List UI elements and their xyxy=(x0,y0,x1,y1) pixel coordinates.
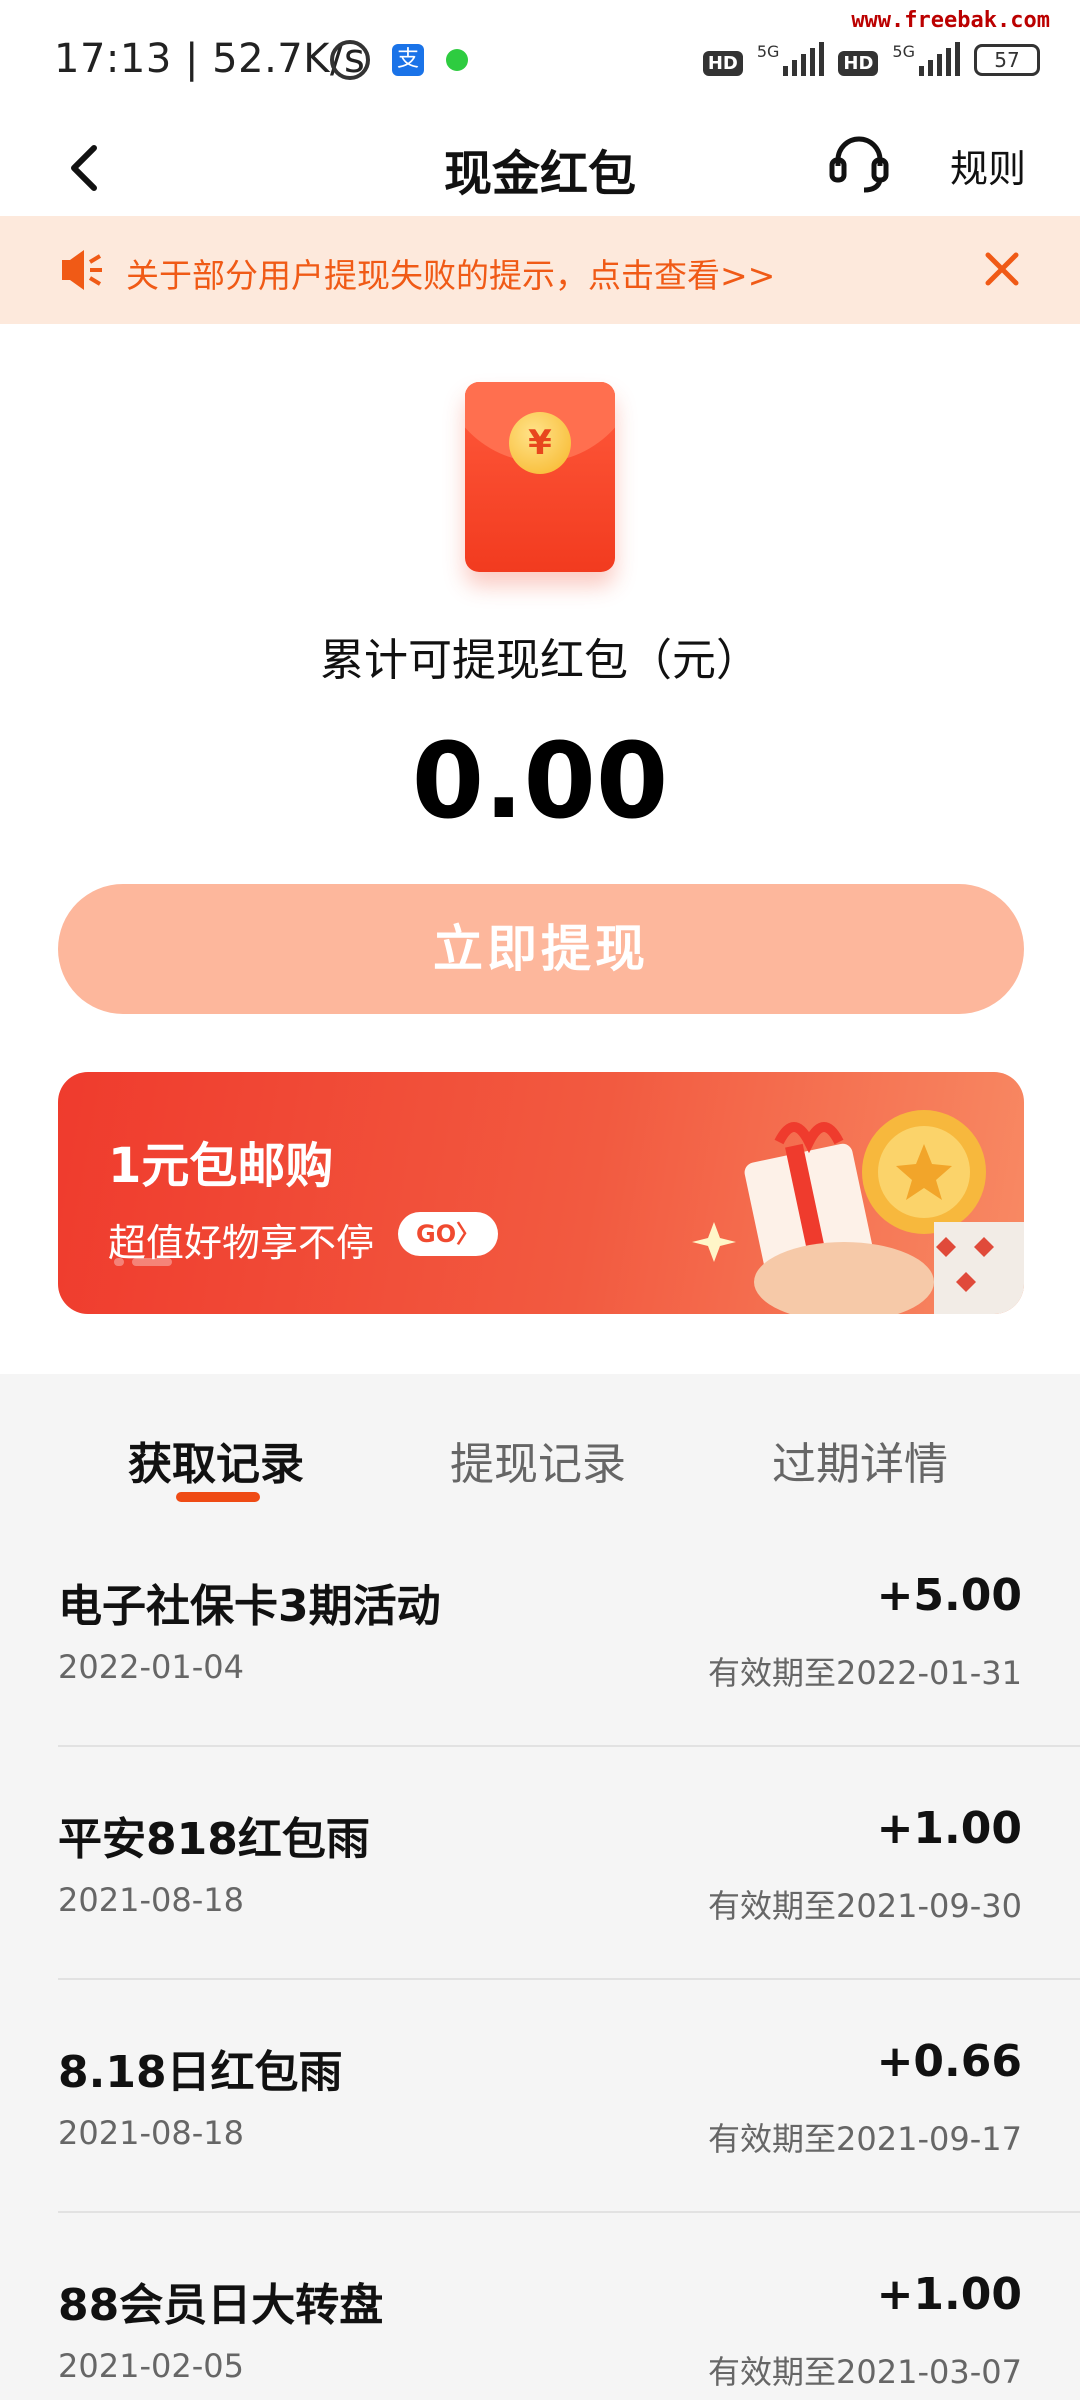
notice-banner[interactable]: 关于部分用户提现失败的提示，点击查看>> xyxy=(0,216,1080,324)
cash-red-packet-page: 17:13 | 52.7K/s 支 www.freebak.com HD 5G … xyxy=(0,0,1080,2400)
record-title: 平安818红包雨 xyxy=(58,1814,370,1865)
records-tabs: 获取记录 提现记录 过期详情 xyxy=(0,1374,1080,1514)
record-row: 8.18日红包雨 2021-08-18 +0.66 有效期至2021-09-17 xyxy=(0,1980,1080,2213)
customer-service-icon[interactable] xyxy=(826,130,892,196)
record-expiry: 有效期至2021-09-17 xyxy=(708,2120,1022,2158)
record-date: 2021-08-18 xyxy=(58,2114,244,2152)
rules-link[interactable]: 规则 xyxy=(950,138,1026,193)
record-title: 8.18日红包雨 xyxy=(58,2047,343,2098)
active-tab-indicator xyxy=(176,1492,260,1502)
record-title: 88会员日大转盘 xyxy=(58,2280,384,2331)
battery-icon: 57 xyxy=(974,44,1040,76)
record-amount: +1.00 xyxy=(876,1803,1022,1854)
page-title: 现金红包 xyxy=(443,146,636,202)
hd-icon: HD xyxy=(838,51,879,76)
status-system-icons: HD 5G HD 5G 57 xyxy=(702,42,1040,76)
promo-banner[interactable]: 1元包邮购 超值好物享不停 GO〉 xyxy=(58,1072,1024,1314)
record-amount: +0.66 xyxy=(876,2036,1022,2087)
signal-icon xyxy=(919,42,960,76)
green-dot-icon xyxy=(446,49,468,71)
record-date: 2021-08-18 xyxy=(58,1881,244,1919)
gift-coin-illustration xyxy=(692,1110,1024,1314)
balance-amount: 0.00 xyxy=(411,720,669,842)
speaker-icon xyxy=(62,250,102,290)
record-row: 电子社保卡3期活动 2022-01-04 +5.00 有效期至2022-01-3… xyxy=(0,1514,1080,1747)
records-section: 获取记录 提现记录 过期详情 电子社保卡3期活动 2022-01-04 +5.0… xyxy=(0,1374,1080,2400)
record-title: 电子社保卡3期活动 xyxy=(58,1581,441,1632)
record-date: 2021-02-05 xyxy=(58,2347,244,2385)
record-expiry: 有效期至2021-09-30 xyxy=(708,1887,1022,1925)
notice-text: 关于部分用户提现失败的提示，点击查看>> xyxy=(126,256,776,295)
go-button[interactable]: GO〉 xyxy=(398,1212,499,1256)
signal-icon xyxy=(783,42,825,76)
watermark: www.freebak.com xyxy=(851,8,1050,33)
record-amount: +1.00 xyxy=(876,2269,1022,2320)
withdraw-button[interactable]: 立即提现 xyxy=(58,884,1024,1014)
network-type-label: 5G xyxy=(892,42,915,61)
red-envelope-icon: ¥ xyxy=(465,382,615,572)
record-row: 88会员日大转盘 2021-02-05 +1.00 有效期至2021-03-07 xyxy=(0,2213,1080,2400)
hd-icon: HD xyxy=(702,51,743,76)
record-amount: +5.00 xyxy=(876,1570,1022,1621)
alarm-icon xyxy=(330,40,370,80)
record-expiry: 有效期至2021-03-07 xyxy=(708,2353,1022,2391)
record-row: 平安818红包雨 2021-08-18 +1.00 有效期至2021-09-30 xyxy=(0,1747,1080,1980)
network-type-label: 5G xyxy=(756,42,780,61)
record-date: 2022-01-04 xyxy=(58,1648,244,1686)
nav-bar: 现金红包 规则 xyxy=(0,120,1080,216)
record-expiry: 有效期至2022-01-31 xyxy=(708,1654,1022,1692)
tab-earned-records[interactable]: 获取记录 xyxy=(128,1428,304,1492)
close-icon[interactable] xyxy=(980,244,1024,294)
records-list: 电子社保卡3期活动 2022-01-04 +5.00 有效期至2022-01-3… xyxy=(0,1514,1080,2400)
tab-expired-details[interactable]: 过期详情 xyxy=(772,1428,948,1492)
banner-title: 1元包邮购 xyxy=(108,1138,334,1194)
status-time: 17:13 | 52.7K/s xyxy=(54,36,366,82)
yuan-coin-icon: ¥ xyxy=(509,412,571,474)
status-bar: 17:13 | 52.7K/s 支 www.freebak.com HD 5G … xyxy=(0,0,1080,120)
balance-label: 累计可提现红包（元） xyxy=(320,635,760,686)
banner-pagination-dots xyxy=(114,1258,172,1266)
alipay-icon: 支 xyxy=(392,44,424,76)
status-notification-icons: 支 xyxy=(330,40,468,80)
tab-withdraw-records[interactable]: 提现记录 xyxy=(450,1428,626,1492)
